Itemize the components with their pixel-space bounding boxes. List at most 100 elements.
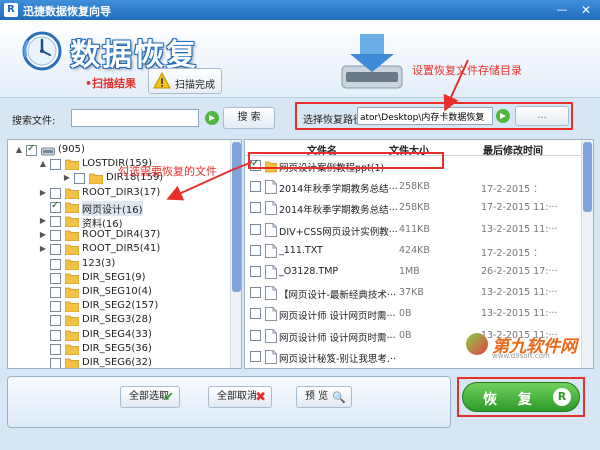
tree-scrollbar-thumb[interactable]: [232, 142, 241, 292]
file-name: 网页设计师 设计网页时需···: [279, 332, 396, 344]
expand-arrow-icon[interactable]: ▶: [38, 230, 48, 240]
document-icon: [265, 222, 277, 237]
search-input[interactable]: [71, 109, 199, 127]
table-row[interactable]: 2014年秋季学期教务总结··· 258KB 17-2-2015 11:···: [245, 197, 581, 219]
tree-checkbox[interactable]: [50, 258, 61, 270]
minimize-button[interactable]: —: [552, 2, 572, 18]
drive-icon: [41, 145, 55, 156]
row-checkbox[interactable]: [250, 308, 261, 320]
tree-scrollbar[interactable]: [230, 140, 241, 368]
row-checkbox[interactable]: [250, 181, 261, 193]
file-name: 2014年秋季学期教务总结···: [279, 205, 397, 217]
file-size: 258KB: [399, 202, 430, 214]
file-date: 17-2-2015 ：: [481, 184, 543, 196]
title-bar: R 迅捷数据恢复向导 — ✕: [0, 0, 600, 20]
row-checkbox[interactable]: [250, 223, 261, 235]
file-size: 0B: [399, 308, 412, 320]
restore-path-input[interactable]: [357, 107, 493, 125]
row-checkbox[interactable]: [250, 287, 261, 299]
tree-item-label: DIR_SEG10(4): [82, 286, 152, 297]
file-date: 17-2-2015 11:···: [481, 202, 558, 214]
table-row[interactable]: 2014年秋季学期教务总结··· 258KB 17-2-2015 ：: [245, 176, 581, 198]
collapse-arrow-icon[interactable]: [38, 330, 48, 340]
tree-checkbox[interactable]: [50, 272, 61, 284]
row-checkbox[interactable]: [250, 202, 261, 214]
tree-checkbox[interactable]: [50, 200, 61, 213]
tree-checkbox[interactable]: [74, 173, 85, 185]
row-checkbox[interactable]: [250, 350, 261, 362]
tree-checkbox[interactable]: [50, 301, 61, 313]
tree-checkbox[interactable]: [50, 216, 61, 227]
file-date: 13-2-2015 11:···: [481, 287, 558, 299]
cancel-all-button[interactable]: 全部取消 ✖: [208, 386, 272, 408]
folder-icon: [88, 173, 104, 185]
annotation-select-files: 勾选需要恢复的文件: [118, 165, 217, 178]
file-size: 411KB: [399, 223, 430, 235]
tree-item[interactable]: DIR_SEG6(32): [8, 355, 230, 368]
arrow-right-icon: [205, 111, 219, 125]
folder-icon: [64, 301, 80, 313]
file-name: 2014年秋季学期教务总结···: [279, 184, 397, 196]
tree-checkbox[interactable]: [50, 315, 61, 327]
preview-button[interactable]: 预 览 🔍: [296, 386, 352, 408]
header: 数据恢复 •扫描结果 扫描完成 设置恢复文件存储目录: [0, 20, 600, 98]
row-checkbox[interactable]: [250, 244, 261, 256]
folder-icon: [64, 230, 80, 242]
tree-checkbox[interactable]: [50, 230, 61, 242]
collapse-arrow-icon[interactable]: [38, 315, 48, 325]
collapse-arrow-icon[interactable]: [38, 301, 48, 311]
collapse-arrow-icon[interactable]: [38, 287, 48, 297]
expand-arrow-icon[interactable]: ▶: [38, 216, 48, 226]
app-logo-icon: R: [4, 3, 18, 17]
tree-checkbox[interactable]: [50, 287, 61, 298]
search-button[interactable]: 搜 索: [223, 107, 275, 129]
restore-button[interactable]: 恢 复 R: [462, 382, 580, 412]
restore-r-icon: R: [553, 388, 571, 406]
browse-button[interactable]: ...: [515, 106, 569, 126]
tree-item-label: (905): [58, 144, 85, 155]
collapse-arrow-icon[interactable]: ▲: [14, 145, 24, 155]
expand-arrow-icon[interactable]: ▶: [62, 173, 72, 183]
annotation-highlight-box: [248, 152, 444, 169]
tree-checkbox[interactable]: [50, 159, 61, 171]
table-row[interactable]: DIV+CSS网页设计实例教··· 411KB 13-2-2015 11:···: [245, 219, 581, 241]
collapse-arrow-icon[interactable]: [38, 358, 48, 368]
tree-checkbox[interactable]: [50, 244, 61, 256]
row-checkbox[interactable]: [250, 266, 261, 277]
table-scrollbar[interactable]: [581, 140, 593, 368]
document-icon: [265, 201, 277, 216]
tree-checkbox[interactable]: [50, 329, 61, 341]
table-row[interactable]: _111.TXT 424KB 17-2-2015 ：: [245, 240, 581, 262]
tree-checkbox[interactable]: [26, 143, 37, 156]
table-row[interactable]: _O3128.TMP 1MB 26-2-2015 17:···: [245, 261, 581, 283]
collapse-arrow-icon[interactable]: [38, 273, 48, 283]
folder-icon: [64, 287, 80, 299]
table-scrollbar-thumb[interactable]: [583, 142, 592, 212]
tree-item-label: ROOT_DIR5(41): [82, 243, 161, 255]
select-all-button[interactable]: 全部选取 ✔: [120, 386, 180, 408]
tree-checkbox[interactable]: [50, 343, 61, 355]
tree-checkbox[interactable]: [50, 187, 61, 199]
search-row: 搜索文件: 搜 索 选择恢复路径 ...: [0, 98, 600, 136]
step-scan-complete: 扫描完成: [148, 68, 222, 94]
file-name: 网页设计师 设计网页时需···: [279, 311, 396, 323]
file-size: 424KB: [399, 244, 430, 256]
file-date: 13-2-2015 11:···: [481, 223, 558, 235]
folder-icon: [64, 159, 80, 171]
close-button[interactable]: ✕: [576, 2, 596, 18]
row-checkbox[interactable]: [250, 329, 261, 341]
expand-arrow-icon[interactable]: ▶: [38, 244, 48, 254]
collapse-arrow-icon[interactable]: [38, 344, 48, 354]
clock-icon: [22, 31, 62, 71]
file-size: 0B: [399, 329, 412, 341]
tree-checkbox[interactable]: [50, 358, 61, 368]
table-row[interactable]: 【网页设计-最新经典技术··· 37KB 13-2-2015 11:···: [245, 282, 581, 304]
table-row[interactable]: 网页设计师 设计网页时需··· 0B 13-2-2015 11:···: [245, 303, 581, 325]
collapse-arrow-icon[interactable]: [38, 202, 48, 212]
collapse-arrow-icon[interactable]: [38, 259, 48, 269]
collapse-arrow-icon[interactable]: ▲: [38, 159, 48, 169]
file-name: 网页设计秘笈-别让我思考.···: [279, 353, 397, 365]
expand-arrow-icon[interactable]: ▶: [38, 188, 48, 198]
tree-item-label: DIR_SEG4(33): [82, 328, 152, 340]
folder-icon: [64, 273, 80, 285]
